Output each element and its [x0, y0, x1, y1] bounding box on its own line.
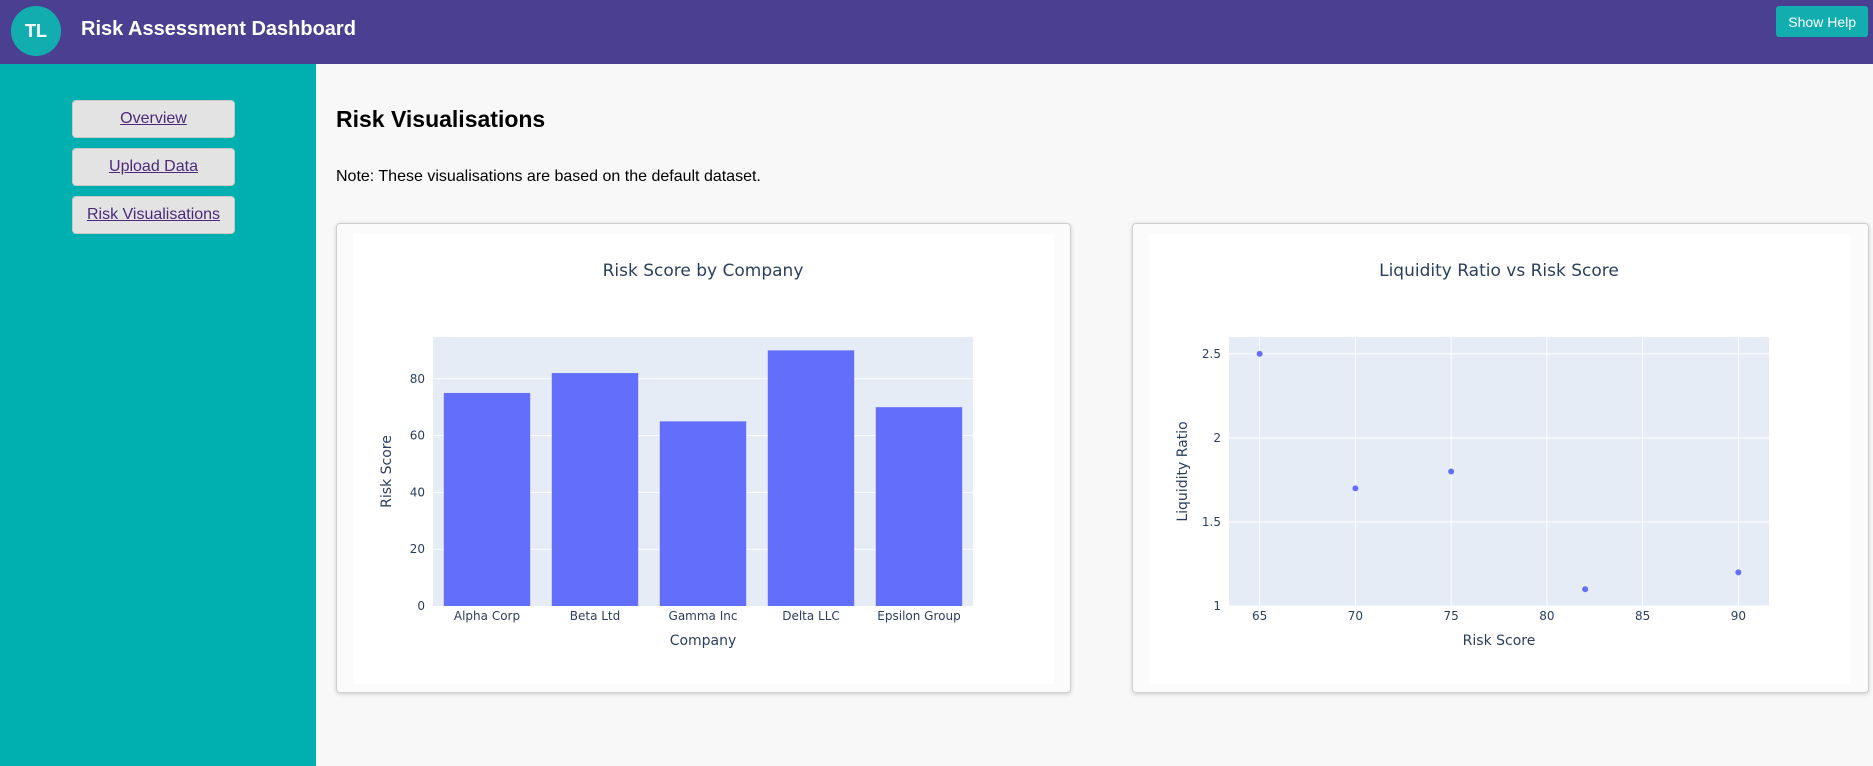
sidebar: Overview Upload Data Risk Visualisations [0, 64, 316, 766]
x-tick-label: 75 [1443, 609, 1458, 623]
x-tick-label: 70 [1348, 609, 1363, 623]
x-tick-label: Beta Ltd [570, 609, 621, 623]
scatter-point [1582, 586, 1589, 593]
y-tick-label: 20 [410, 542, 425, 556]
y-tick-label: 1.5 [1202, 515, 1221, 529]
x-axis-label: Company [670, 633, 737, 649]
y-tick-label: 1 [1213, 599, 1221, 613]
y-tick-label: 0 [417, 599, 425, 613]
x-tick-label: Alpha Corp [454, 609, 520, 623]
bar-chart-card: 0 20 40 60 80 Alpha Corp Beta Ltd Gamma Inc Delt… [336, 223, 1071, 693]
x-tick-label: 90 [1731, 609, 1746, 623]
y-axis-label: Risk Score [379, 435, 395, 508]
x-tick-label: 65 [1252, 609, 1267, 623]
y-tick-label: 2 [1213, 431, 1221, 445]
x-tick-label: Epsilon Group [877, 609, 960, 623]
sidebar-item-risk-visualisations[interactable]: Risk Visualisations [72, 196, 235, 234]
bar-delta-llc [767, 350, 855, 606]
app-title: Risk Assessment Dashboard [81, 18, 356, 40]
dataset-note: Note: These visualisations are based on … [336, 168, 761, 185]
x-tick-label: Gamma Inc [669, 609, 738, 623]
x-tick-label: 85 [1635, 609, 1650, 623]
app-header: TL Risk Assessment Dashboard Show Help [0, 0, 1873, 64]
y-tick-label: 80 [410, 372, 425, 386]
page-title: Risk Visualisations [336, 106, 546, 132]
y-axis-label: Liquidity Ratio [1175, 421, 1191, 521]
y-tick-label: 2.5 [1202, 347, 1221, 361]
chart-title: Liquidity Ratio vs Risk Score [1379, 261, 1619, 281]
x-tick-label: Delta LLC [782, 609, 840, 623]
bar-beta-ltd [551, 373, 639, 606]
scatter-point [1352, 485, 1359, 492]
bar-alpha-corp [443, 392, 531, 606]
logo-avatar: TL [11, 6, 61, 56]
bar-epsilon-group [875, 407, 963, 606]
scatter-chart[interactable]: 65 70 75 80 85 90 1 1.5 2 2.5 Liquidity Ratio vs R… [1149, 234, 1850, 684]
scatter-point [1448, 468, 1455, 475]
plot-area [1229, 337, 1769, 606]
y-tick-label: 40 [410, 485, 425, 499]
show-help-button[interactable]: Show Help [1776, 6, 1868, 37]
sidebar-item-overview[interactable]: Overview [72, 100, 235, 138]
sidebar-item-upload-data[interactable]: Upload Data [72, 148, 235, 186]
bar-chart[interactable]: 0 20 40 60 80 Alpha Corp Beta Ltd Gamma Inc Delt… [353, 234, 1054, 684]
scatter-point [1256, 350, 1263, 357]
x-axis-label: Risk Score [1463, 633, 1536, 649]
scatter-chart-card: 65 70 75 80 85 90 1 1.5 2 2.5 Liquidity Ratio vs R… [1132, 223, 1869, 693]
bar-gamma-inc [659, 421, 747, 606]
scatter-point [1735, 569, 1742, 576]
chart-title: Risk Score by Company [603, 261, 804, 281]
x-tick-label: 80 [1539, 609, 1554, 623]
y-tick-label: 60 [410, 429, 425, 443]
